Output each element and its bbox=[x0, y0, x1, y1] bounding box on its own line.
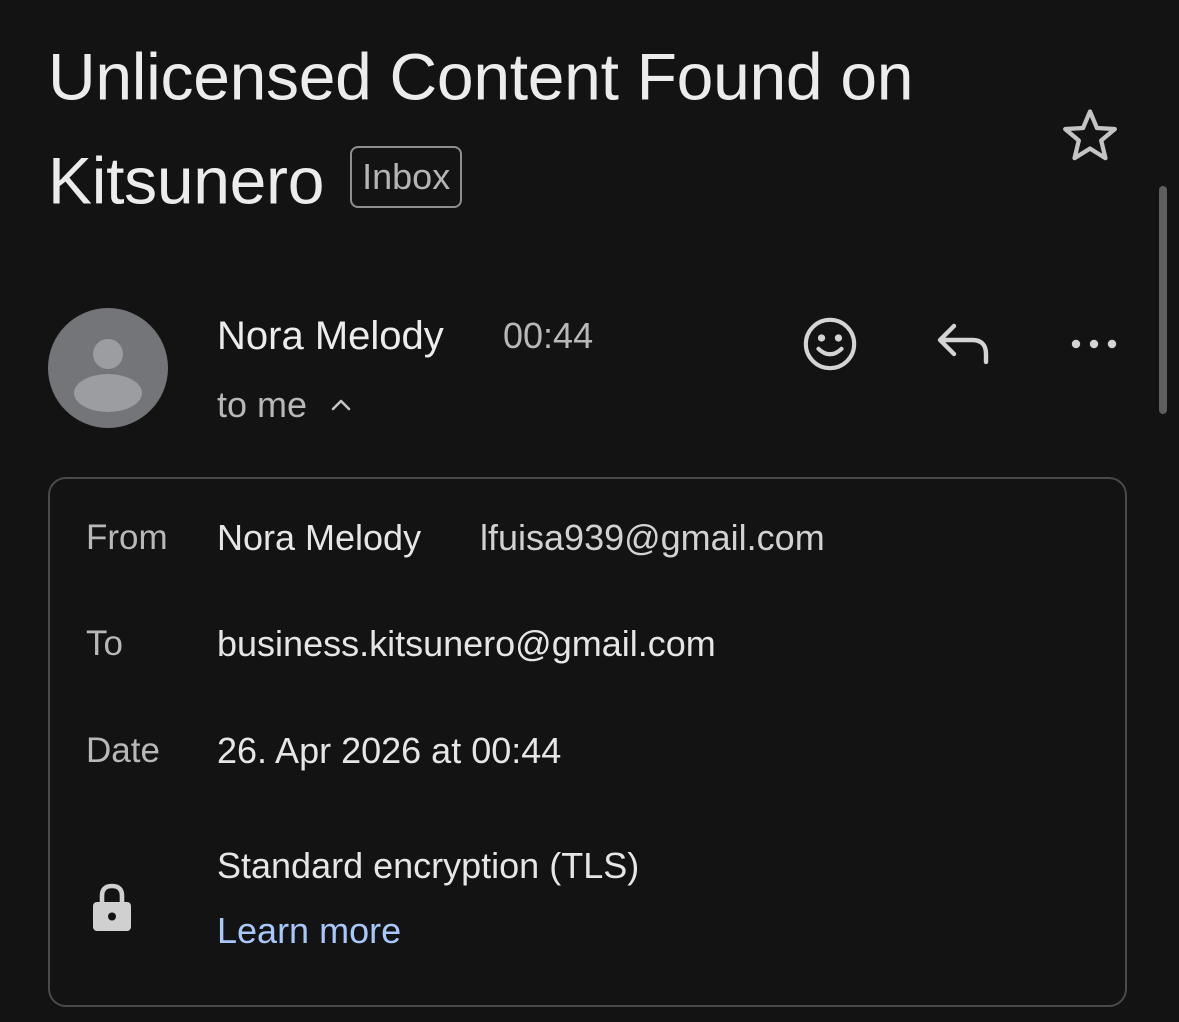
from-email[interactable]: lfuisa939@gmail.com bbox=[480, 516, 825, 560]
to-email[interactable]: business.kitsunero@gmail.com bbox=[217, 622, 716, 666]
message-time: 00:44 bbox=[503, 315, 594, 356]
emoji-smile-icon bbox=[803, 317, 857, 371]
inbox-label-chip[interactable]: Inbox bbox=[350, 146, 463, 209]
date-value: 26. Apr 2026 at 00:44 bbox=[217, 730, 562, 771]
recipients-toggle[interactable]: to me bbox=[217, 382, 353, 428]
from-label: From bbox=[86, 518, 168, 557]
more-horizontal-icon bbox=[1071, 339, 1117, 349]
chevron-up-icon bbox=[331, 399, 351, 411]
email-subject: Unlicensed Content Found on Kitsunero Inb… bbox=[48, 22, 1028, 229]
encryption-status: Standard encryption (TLS) bbox=[217, 845, 640, 886]
learn-more-link[interactable]: Learn more bbox=[217, 909, 401, 953]
from-name: Nora Melody bbox=[217, 517, 422, 558]
date-label: Date bbox=[86, 731, 160, 770]
reply-button[interactable] bbox=[926, 307, 1000, 381]
recipient-summary: to me bbox=[217, 384, 308, 425]
subject-text: Unlicensed Content Found on Kitsunero bbox=[48, 39, 914, 218]
scrollbar[interactable] bbox=[1159, 186, 1167, 414]
lock-icon bbox=[93, 883, 131, 931]
star-button[interactable] bbox=[1056, 102, 1124, 170]
sender-name[interactable]: Nora Melody bbox=[217, 312, 444, 360]
add-reaction-button[interactable] bbox=[793, 307, 867, 381]
star-outline-icon bbox=[1063, 109, 1117, 161]
sender-avatar[interactable] bbox=[48, 308, 168, 428]
more-options-button[interactable] bbox=[1057, 307, 1131, 381]
reply-icon bbox=[937, 323, 989, 365]
to-label: To bbox=[86, 624, 123, 663]
message-details-card: From Nora Melody lfuisa939@gmail.com To … bbox=[48, 477, 1127, 1007]
person-avatar-icon bbox=[74, 339, 142, 412]
